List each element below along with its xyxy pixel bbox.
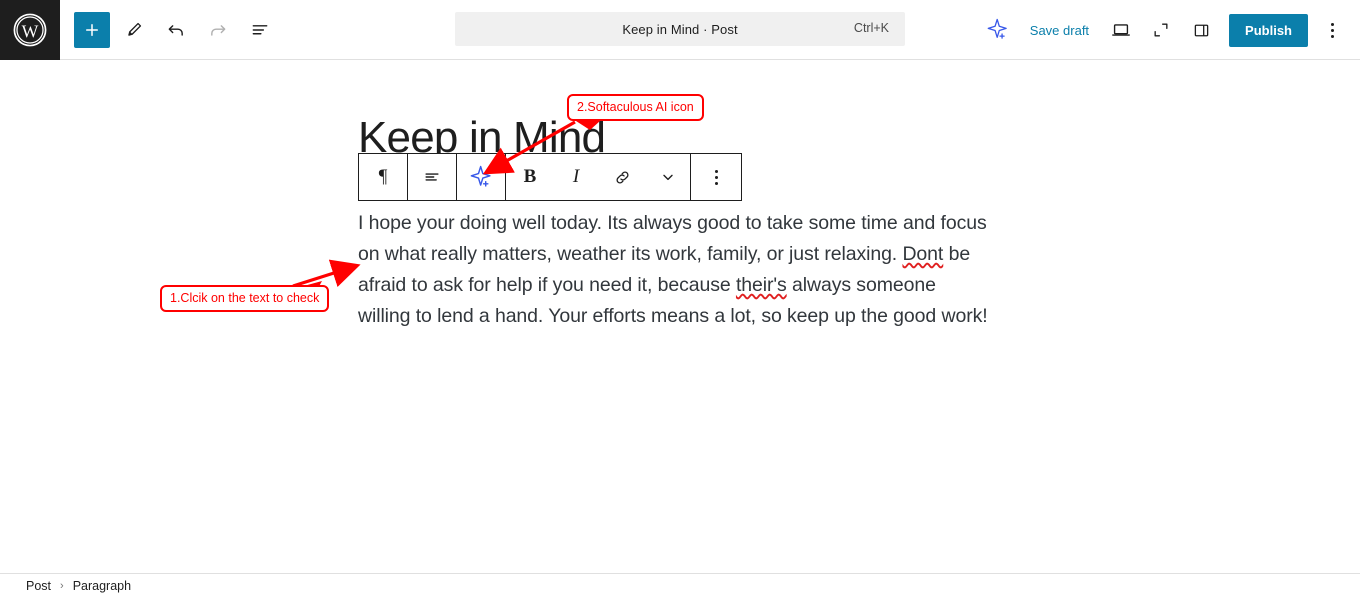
align-text-button[interactable]: [408, 154, 456, 200]
paragraph-text-part1: I hope your doing well today. Its always…: [358, 212, 987, 265]
header-right-toolbar: Save draft Publish: [980, 0, 1350, 60]
bold-icon: B: [523, 166, 537, 187]
block-options-button[interactable]: [691, 154, 741, 200]
expand-fullscreen-icon: [1154, 23, 1168, 37]
command-shortcut-label: Ctrl+K: [853, 21, 889, 35]
redo-arrow-icon: [211, 24, 226, 36]
undo-arrow-icon: [168, 24, 183, 36]
misspelled-word-theirs: their's: [735, 274, 787, 296]
align-text-icon: [425, 173, 439, 181]
save-draft-button[interactable]: Save draft: [1020, 17, 1099, 44]
command-center-bar[interactable]: Keep in Mind · Post Ctrl+K: [455, 12, 905, 46]
italic-icon: I: [572, 166, 580, 187]
editor-options-button[interactable]: [1314, 12, 1350, 48]
undo-button[interactable]: [158, 12, 194, 48]
block-formatting-toolbar: ¶ B I: [358, 153, 742, 201]
chevron-down-icon: [663, 174, 673, 181]
editor-canvas: Keep in Mind I hope your doing well toda…: [0, 61, 1360, 573]
pencil-icon: [127, 22, 141, 36]
publish-button[interactable]: Publish: [1229, 13, 1308, 47]
fullscreen-button[interactable]: [1143, 12, 1179, 48]
document-title-label: Keep in Mind · Post: [622, 21, 738, 37]
misspelled-word-dont: Dont: [902, 243, 944, 265]
annotation-callout-1: 1.Clcik on the text to check: [160, 285, 330, 312]
link-button[interactable]: [598, 154, 646, 200]
kebab-menu-icon: [1330, 22, 1334, 38]
paragraph-pilcrow-icon: ¶: [378, 166, 388, 187]
editor-header: W Keep in Mind · Post Ctrl+K Save draft …: [0, 0, 1360, 60]
breadcrumb-item-paragraph[interactable]: Paragraph: [73, 579, 131, 593]
breadcrumb-footer: Post › Paragraph: [0, 573, 1360, 597]
annotation-callout-2: 2.Softaculous AI icon: [567, 94, 704, 121]
settings-sidebar-button[interactable]: [1183, 12, 1219, 48]
softaculous-ai-button[interactable]: [457, 154, 505, 200]
link-chain-icon: [615, 170, 629, 184]
paragraph-block[interactable]: I hope your doing well today. Its always…: [358, 208, 992, 332]
tools-button[interactable]: [116, 12, 152, 48]
wordpress-logo-icon[interactable]: W: [0, 0, 60, 60]
settings-sidebar-icon: [1194, 24, 1208, 36]
breadcrumb-item-post[interactable]: Post: [26, 579, 51, 593]
document-overview-button[interactable]: [242, 12, 278, 48]
softaculous-ai-star-icon: [987, 18, 1007, 39]
svg-text:W: W: [22, 21, 39, 41]
plus-icon: [86, 23, 98, 36]
header-left-toolbar: [60, 11, 278, 48]
italic-button[interactable]: I: [554, 154, 598, 200]
laptop-preview-icon: [1112, 24, 1130, 36]
add-block-button[interactable]: [74, 11, 110, 48]
list-view-icon: [252, 24, 268, 34]
block-type-paragraph-button[interactable]: ¶: [359, 154, 407, 200]
softaculous-ai-star-icon: [470, 165, 491, 187]
bold-button[interactable]: B: [506, 154, 554, 200]
preview-view-button[interactable]: [1103, 12, 1139, 48]
wordpress-block-editor: W Keep in Mind · Post Ctrl+K Save draft …: [0, 0, 1360, 597]
more-rich-text-button[interactable]: [646, 154, 690, 200]
kebab-menu-icon: [714, 169, 718, 185]
breadcrumb-separator-icon: ›: [60, 579, 64, 592]
softaculous-ai-header-button[interactable]: [980, 12, 1016, 48]
redo-button[interactable]: [200, 12, 236, 48]
